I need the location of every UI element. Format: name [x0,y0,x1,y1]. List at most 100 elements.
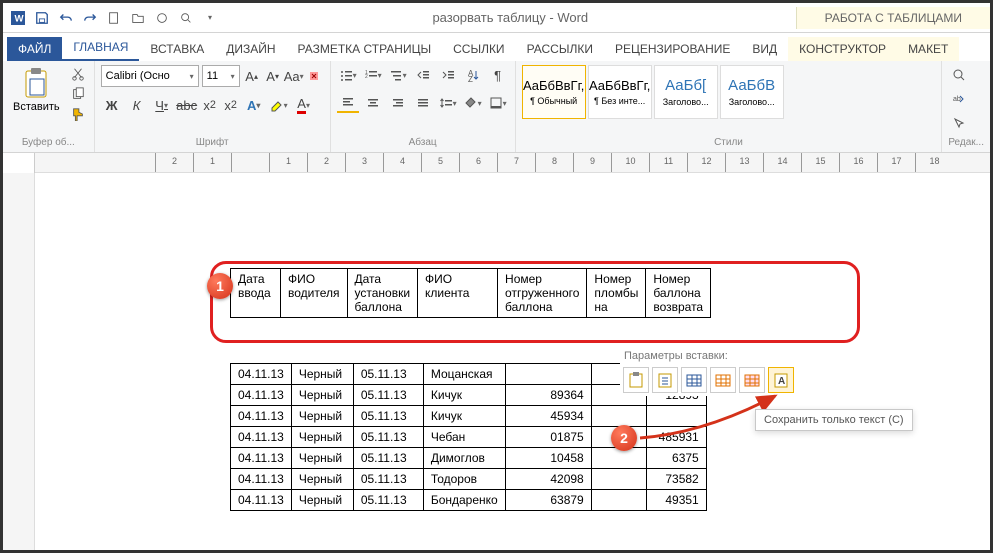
numbering-icon[interactable]: 12▾ [362,65,384,85]
horizontal-ruler[interactable]: 21123456789101112131415161718 [35,153,990,173]
styles-gallery[interactable]: АаБбВвГг,¶ Обычный АаБбВвГг,¶ Без инте..… [522,65,784,119]
copy-icon[interactable] [68,85,88,103]
table-cell[interactable]: 04.11.13 [231,364,292,385]
touch-mode-icon[interactable] [151,7,173,29]
table-cell[interactable]: 04.11.13 [231,427,292,448]
shading-icon[interactable]: ▾ [462,93,484,113]
paste-use-dest-icon[interactable] [652,367,678,393]
table-cell[interactable]: 05.11.13 [353,427,423,448]
change-case-icon[interactable]: Aa▾ [285,66,303,86]
table-header-cell[interactable]: ФИО водителя [281,269,348,318]
save-icon[interactable] [31,7,53,29]
table-cell[interactable]: Черный [291,364,353,385]
table-cell[interactable]: 6375 [646,448,706,469]
paste-keep-text-only-icon[interactable]: A [768,367,794,393]
paste-keep-source-icon[interactable] [623,367,649,393]
table-cell[interactable]: 05.11.13 [353,364,423,385]
table-cell[interactable]: Кичук [423,406,505,427]
superscript-icon[interactable]: x2 [222,95,240,115]
strikethrough-icon[interactable]: abc [176,95,198,115]
show-marks-icon[interactable]: ¶ [487,65,509,85]
table-header-cell[interactable]: Дата ввода [231,269,281,318]
print-preview-icon[interactable] [175,7,197,29]
justify-icon[interactable] [412,93,434,113]
align-right-icon[interactable] [387,93,409,113]
grow-font-icon[interactable]: A▴ [243,66,261,86]
table-cell[interactable]: 04.11.13 [231,448,292,469]
tab-constructor[interactable]: КОНСТРУКТОР [788,37,897,61]
bold-icon[interactable]: Ж [101,95,123,115]
format-painter-icon[interactable] [68,105,88,123]
table-cell[interactable]: Бондаренко [423,490,505,511]
tab-references[interactable]: ССЫЛКИ [442,37,515,61]
highlight-icon[interactable]: ▾ [268,95,290,115]
find-icon[interactable] [948,65,970,85]
borders-icon[interactable]: ▾ [487,93,509,113]
table-cell[interactable]: Черный [291,448,353,469]
paste-button[interactable]: Вставить [9,65,64,115]
table-row[interactable]: 04.11.13Черный05.11.13Тодоров42098 73582 [231,469,707,490]
table-cell[interactable]: 42098 [505,469,591,490]
table-cell[interactable]: Димоглов [423,448,505,469]
table-cell[interactable]: 485931 [646,427,706,448]
tab-review[interactable]: РЕЦЕНЗИРОВАНИЕ [604,37,741,61]
decrease-indent-icon[interactable] [412,65,434,85]
cut-icon[interactable] [68,65,88,83]
table-header-cell[interactable]: Дата установки баллона [347,269,418,318]
paste-merge-table-icon[interactable] [710,367,736,393]
table-header-cell[interactable]: Номер отгруженного баллона [498,269,587,318]
table-header-cell[interactable]: Номер пломбы на [587,269,646,318]
text-effects-icon[interactable]: A▾ [243,95,265,115]
redo-icon[interactable] [79,7,101,29]
replace-icon[interactable]: ab [948,89,970,109]
tab-design[interactable]: ДИЗАЙН [215,37,286,61]
style-heading1[interactable]: АаБб[Заголово... [654,65,718,119]
table-cell[interactable]: 04.11.13 [231,469,292,490]
font-name-combo[interactable]: Calibri (Осно▾ [101,65,199,87]
style-no-spacing[interactable]: АаБбВвГг,¶ Без инте... [588,65,652,119]
table-cell[interactable]: 04.11.13 [231,490,292,511]
multilevel-list-icon[interactable]: ▾ [387,65,409,85]
table-cell[interactable]: Черный [291,406,353,427]
shrink-font-icon[interactable]: A▾ [264,66,282,86]
paste-overwrite-cells-icon[interactable] [739,367,765,393]
paste-nest-table-icon[interactable] [681,367,707,393]
customize-qat-icon[interactable]: ▾ [199,7,221,29]
font-color-icon[interactable]: A▾ [293,95,315,115]
table-cell[interactable]: 04.11.13 [231,385,292,406]
table-header-cell[interactable]: Номер баллона возврата [646,269,711,318]
vertical-ruler[interactable] [3,173,35,550]
tab-table-layout[interactable]: МАКЕТ [897,37,959,61]
table-cell[interactable]: Черный [291,490,353,511]
table-cell[interactable] [646,406,706,427]
table-cell[interactable]: 73582 [646,469,706,490]
italic-icon[interactable]: К [126,95,148,115]
select-icon[interactable] [948,113,970,133]
tab-home[interactable]: ГЛАВНАЯ [62,35,139,61]
table-cell[interactable] [505,364,591,385]
table-cell[interactable]: 05.11.13 [353,469,423,490]
table-cell[interactable]: Черный [291,469,353,490]
table-cell[interactable]: 05.11.13 [353,406,423,427]
align-center-icon[interactable] [362,93,384,113]
table-cell[interactable]: 89364 [505,385,591,406]
table-cell[interactable]: 01875 [505,427,591,448]
sort-icon[interactable]: AZ [462,65,484,85]
style-normal[interactable]: АаБбВвГг,¶ Обычный [522,65,586,119]
table-cell[interactable] [591,490,646,511]
tab-page-layout[interactable]: РАЗМЕТКА СТРАНИЦЫ [287,37,443,61]
increase-indent-icon[interactable] [437,65,459,85]
table-cell[interactable]: Тодоров [423,469,505,490]
underline-icon[interactable]: Ч▾ [151,95,173,115]
table-cell[interactable] [591,469,646,490]
undo-icon[interactable] [55,7,77,29]
table-cell[interactable]: Моцанская [423,364,505,385]
bullets-icon[interactable]: ▾ [337,65,359,85]
table-header[interactable]: Дата вводаФИО водителяДата установки бал… [230,268,711,318]
table-cell[interactable]: 04.11.13 [231,406,292,427]
table-cell[interactable]: Чебан [423,427,505,448]
table-cell[interactable]: Черный [291,385,353,406]
tab-view[interactable]: ВИД [741,37,788,61]
table-cell[interactable]: 63879 [505,490,591,511]
new-doc-icon[interactable] [103,7,125,29]
